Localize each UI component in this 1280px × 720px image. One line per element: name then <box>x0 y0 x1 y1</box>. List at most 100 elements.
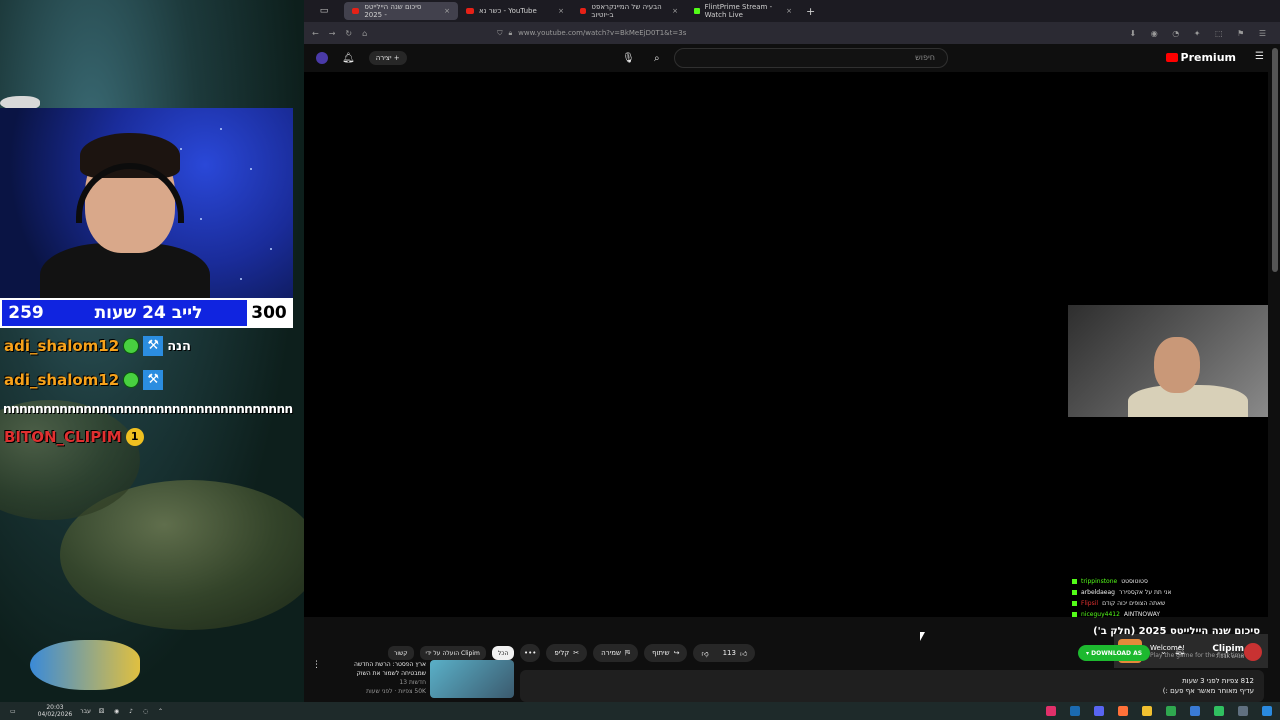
channel-info[interactable]: Clipim 7.31K מנויים <box>1212 644 1244 660</box>
chrome-icon[interactable] <box>1166 706 1176 716</box>
clock-time: 20:03 <box>46 704 64 711</box>
language-indicator[interactable]: עבר <box>80 708 91 715</box>
chat-message: שאתה הצופים יכוה קודם <box>1102 600 1166 607</box>
overlay-chat-spam: nnnnnnnnnnnnnnnnnnnnnnnnnnnnnnnnnnnn <box>3 402 293 416</box>
search-input[interactable]: חיפוש <box>674 48 948 68</box>
rec-channel: חדשות 13 <box>399 679 426 686</box>
share-label: שיתוף <box>652 649 670 657</box>
overlay-chat-line: adi_shalom12 ⚒ הנה <box>4 336 191 356</box>
counter-right-value: 300 <box>247 300 291 326</box>
bell-icon[interactable]: 🔔︎ <box>342 53 355 64</box>
close-icon[interactable]: × <box>558 7 564 15</box>
kebab-menu-icon[interactable]: ⋮ <box>312 660 321 670</box>
clip-button[interactable]: קליפ ✂ <box>546 644 588 662</box>
scissors-icon: ✂ <box>573 649 580 657</box>
tab-label: כשר נא - YouTube <box>479 7 537 15</box>
rec-title: ארץ הפסטר: הרשת החדשה שמבטיחה לשמור את ה… <box>353 661 426 677</box>
address-bar[interactable]: ⛉ 🔒︎ www.youtube.com/watch?v=BkMeEjD0T1&… <box>497 25 937 41</box>
counter-left-value: 259 <box>8 303 44 323</box>
bookmark-icon: ⛿ <box>624 648 631 657</box>
page-scrollbar[interactable] <box>1272 48 1278 272</box>
search-icon[interactable]: ⌕ <box>654 53 660 64</box>
notification-bell-icon[interactable]: 🔔︎ <box>1174 646 1185 656</box>
like-count: 113 <box>722 649 736 657</box>
chat-username: BITON_CLIPIM <box>4 428 122 446</box>
clock-date: 04/02/2026 <box>37 711 73 718</box>
extensions-toolbar[interactable]: ⬇ ◉ ◔ ✦ ⬚ ⚑ ☰ <box>1129 29 1272 38</box>
new-tab-button[interactable]: + <box>806 5 815 18</box>
video-player[interactable]: trippinstone סטוטוסטט arbeldaeag אני תת על… <box>304 72 1268 668</box>
youtube-header: 🔔︎ יצירה + 🎙︎ ⌕ חיפוש Premium ☰ <box>304 44 1280 72</box>
create-button[interactable]: יצירה + <box>368 51 407 65</box>
lock-icon: 🔒︎ <box>508 28 513 37</box>
tab-label: סיכום שנה היילייטס 2025 - <box>364 3 422 19</box>
tab-minecraft[interactable]: הבעיה של המיינקראפט ב-יוטיוב × <box>572 2 686 20</box>
menu-icon[interactable]: ☰ <box>1255 51 1264 62</box>
tab-youtube-highlights[interactable]: סיכום שנה היילייטס 2025 - × <box>344 2 458 20</box>
app-icon[interactable] <box>1238 706 1248 716</box>
youtube-premium-logo[interactable]: Premium <box>1165 51 1236 64</box>
app-icon[interactable] <box>1190 706 1200 716</box>
taskbar-clock[interactable]: 20:03 04/02/2026 <box>38 704 73 718</box>
forward-icon[interactable]: → <box>329 29 336 38</box>
chip-all[interactable]: הכל <box>491 646 515 660</box>
chevron-down-icon[interactable]: ⌄ <box>1160 647 1167 656</box>
mic-icon[interactable]: 🎙︎ <box>622 53 635 64</box>
taskbar: ▭ 20:03 04/02/2026 עבר ⚄ ◉ ♪ ◌ ⌃ <box>0 702 1280 720</box>
overlay-chat-line: adi_shalom12 ⚒ <box>4 370 164 390</box>
chip-uploaded-by-channel[interactable]: הועלה על ידי Clipim <box>419 646 486 660</box>
home-icon[interactable]: ⌂ <box>362 29 367 38</box>
like-dislike-group: 👎︎ 113 👍︎ <box>693 644 756 662</box>
chat-username: adi_shalom12 <box>4 337 120 355</box>
reload-icon[interactable]: ↻ <box>345 29 352 38</box>
description-text: עדיף מאוחר מאשר אף פעם :) <box>1162 687 1254 695</box>
steam-icon[interactable] <box>1070 706 1080 716</box>
app-icon[interactable] <box>1214 706 1224 716</box>
tab-kick-stream[interactable]: FlintPrime Stream - Watch Live × <box>686 2 800 20</box>
like-icon[interactable]: 👍︎ <box>740 649 747 658</box>
chat-message: אני תת על אקספירר <box>1118 589 1172 596</box>
counter-title: לייב 24 שעות <box>94 303 203 323</box>
app-icon[interactable] <box>1046 706 1056 716</box>
chip-related[interactable]: קשור <box>388 646 414 660</box>
download-label: DOWNLOAD AS <box>1091 649 1143 657</box>
dislike-icon[interactable]: 👎︎ <box>701 649 708 658</box>
more-actions-button[interactable]: ••• <box>520 644 541 662</box>
desktop: 259 לייב 24 שעות 300 adi_shalom12 ⚒ הנה … <box>0 0 1280 720</box>
browser-window: ▭ סיכום שנה היילייטס 2025 - × כשר נא - Y… <box>304 0 1280 702</box>
recommended-video[interactable]: ארץ הפסטר: הרשת החדשה שמבטיחה לשמור את ה… <box>348 660 514 698</box>
discord-icon[interactable] <box>1094 706 1104 716</box>
chat-username: niceguy4412 <box>1081 611 1120 618</box>
notification-icon[interactable]: ▭ <box>10 708 16 715</box>
start-menu-icon[interactable] <box>1262 706 1272 716</box>
channel-avatar[interactable] <box>1244 643 1262 661</box>
chat-username: adi_shalom12 <box>4 371 120 389</box>
tab-label: FlintPrime Stream - Watch Live <box>704 3 773 19</box>
overlay-chat-line: BITON_CLIPIM 1 <box>4 428 144 446</box>
download-button[interactable]: ▾ DOWNLOAD AS <box>1078 645 1151 661</box>
save-button[interactable]: שמירה ⛿ <box>593 644 639 662</box>
folder-icon[interactable] <box>1142 706 1152 716</box>
youtube-favicon-icon <box>580 8 587 14</box>
account-avatar[interactable] <box>316 52 328 64</box>
share-button[interactable]: שיתוף ↪ <box>644 644 688 662</box>
system-tray-icons[interactable]: ⚄ ◉ ♪ ◌ ⌃ <box>99 708 167 715</box>
chat-username: Flipsil <box>1081 600 1099 607</box>
subscriber-count: 7.31K מנויים <box>1215 654 1244 660</box>
tab-youtube[interactable]: כשר נא - YouTube × <box>458 2 572 20</box>
fish-decoration <box>30 640 140 690</box>
video-description[interactable]: 812 צפיות לפני 3 שעות עדיף מאוחר מאשר אף… <box>520 670 1264 702</box>
chat-message: AINTNOWAY <box>1123 611 1161 618</box>
close-icon[interactable]: × <box>786 7 792 15</box>
back-icon[interactable]: ← <box>312 29 319 38</box>
video-actions: ••• קליפ ✂ שמירה ⛿ שיתוף ↪ 👎︎ 113 👍︎ <box>520 644 756 662</box>
youtube-logo-icon <box>1165 53 1178 62</box>
streamer-pip-webcam <box>1068 305 1268 417</box>
youtube-favicon-icon <box>352 8 360 14</box>
chat-username: trippinstone <box>1081 578 1118 585</box>
create-label: יצירה <box>375 54 392 62</box>
close-icon[interactable]: × <box>444 7 450 15</box>
firefox-icon[interactable] <box>1118 706 1128 716</box>
tab-overview-icon[interactable]: ▭ <box>304 6 344 16</box>
close-icon[interactable]: × <box>672 7 678 15</box>
